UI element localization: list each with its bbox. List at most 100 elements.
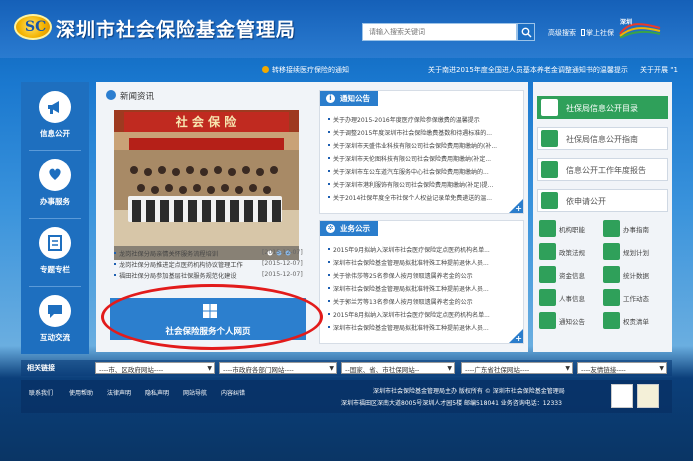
news-item[interactable]: 龙岗社保分局亲情关怀服务流程培训 [2015-12-07] — [114, 249, 304, 260]
mobile-social-link[interactable]: 掌上社保 — [581, 28, 614, 38]
nav-divider — [29, 218, 81, 219]
site-logo[interactable]: SC — [14, 14, 52, 40]
notice-item[interactable]: 关于深圳市天伦图科技有限公司社会保险费用期缴纳(补定... — [328, 154, 514, 164]
news-title: 新闻资讯 — [120, 92, 155, 102]
notice-item[interactable]: 关于调整2015年度深圳市社会保险缴费基数和待遇标准的... — [328, 128, 514, 138]
business-panel: ✲ 业务公示 2015年9月拟纳入深圳市社会医疗保险定点医药机构名单... 深圳… — [319, 220, 524, 344]
windows-icon — [203, 304, 217, 318]
notice-item[interactable]: 关于深圳市天盛伟业科技有限公司社会保险费用期缴纳的(补... — [328, 141, 514, 151]
notice-item[interactable]: 关于深圳市车公车道汽车服务中心社会保险费用期缴纳的... — [328, 167, 514, 177]
nav-item-interaction[interactable]: 互动交流 — [21, 288, 89, 352]
notice-item[interactable]: 关于办理2015-2016年度医疗保险参保缴费的温馨提示 — [328, 115, 514, 125]
ticker-item[interactable]: 转移接续医疗保险的通知 — [272, 65, 349, 75]
grid-item-policy[interactable]: 政策法规 — [539, 242, 600, 261]
ticker-bullet-icon — [262, 66, 269, 73]
footer-link[interactable]: 法律声明 — [107, 388, 131, 397]
police-badge-icon[interactable] — [611, 384, 633, 408]
grid-item-news[interactable]: 工作动态 — [603, 288, 664, 307]
policy-icon — [539, 243, 556, 260]
government-badge-icon[interactable] — [637, 384, 659, 408]
grid-item-personnel[interactable]: 人事信息 — [539, 288, 600, 307]
right-panel: 社保局信息公开目录 社保局信息公开指南 信息公开工作年度报告 依申请公开 机构职… — [533, 82, 672, 352]
report-icon — [541, 161, 558, 178]
grid-item-planning[interactable]: 规划计划 — [603, 242, 664, 261]
document-icon — [39, 227, 71, 259]
search-box — [362, 23, 517, 41]
business-item[interactable]: 深圳市社会保险基金管理局拟批准特殊工种提前退休人员... — [328, 284, 514, 294]
advanced-search-link[interactable]: 高级搜索 — [548, 28, 576, 38]
notice-item[interactable]: 关于2014社保年度全市社保个人权益记录单免费递送的温... — [328, 193, 514, 203]
footer-link[interactable]: 隐私声明 — [145, 388, 169, 397]
notice-title: 通知公告 — [340, 94, 370, 103]
guide-icon — [603, 220, 620, 237]
nav-item-special-topics[interactable]: 专题专栏 — [21, 220, 89, 284]
notice-header: i 通知公告 — [320, 91, 378, 106]
select-department-sites[interactable]: ----市政府各部门网站---- ▼ — [219, 362, 337, 374]
search-button[interactable] — [517, 23, 535, 41]
select-friend-links[interactable]: ----友情链接---- ▼ — [577, 362, 667, 374]
left-nav: 信息公开 办事服务 专题专栏 互动交流 — [21, 82, 89, 354]
personal-page-tile[interactable]: 社会保险服务个人网页 — [110, 298, 306, 340]
grid-item-functions[interactable]: 机构职能 — [539, 219, 600, 238]
news-list: 龙岗社保分局亲情关怀服务流程培训 [2015-12-07] 龙岗社保分局推进定点医… — [114, 249, 304, 282]
gear-icon: ✲ — [326, 224, 335, 233]
grid-item-notices[interactable]: 通知公告 — [539, 311, 600, 330]
info-icon: i — [326, 94, 335, 103]
annual-report-button[interactable]: 信息公开工作年度报告 — [537, 158, 668, 181]
main-content: 新闻资讯 社 会 保 险 龙岗社保分局亲情关怀服务流程培训 [2015-12-0… — [96, 82, 528, 352]
news-icon — [106, 90, 116, 100]
apply-public-button[interactable]: 依申请公开 — [537, 189, 668, 212]
info-guide-button[interactable]: 社保局信息公开指南 — [537, 127, 668, 150]
select-district-sites[interactable]: ----市、区政府网站---- ▼ — [95, 362, 215, 374]
info-catalog-button[interactable]: 社保局信息公开目录 — [537, 96, 668, 119]
footer-link[interactable]: 网站导航 — [183, 388, 207, 397]
svg-text:深圳: 深圳 — [620, 18, 632, 26]
business-item[interactable]: 2015年9月拟纳入深圳市社会医疗保险定点医药机构名单... — [328, 245, 514, 255]
nav-divider — [29, 286, 81, 287]
business-item[interactable]: 深圳市社会保险基金管理局拟批准特殊工种提前退休人员... — [328, 323, 514, 333]
nav-label: 专题专栏 — [40, 265, 70, 274]
footer-address: 深圳市福田区深南大道8005号深圳人才园5楼 邮编518041 业务咨询电话：1… — [341, 400, 562, 407]
business-item[interactable]: 关于郭兰芳等13名参保人按月领取遗属养老金的公示 — [328, 297, 514, 307]
photo-banner-text: 社 会 保 险 — [175, 114, 238, 129]
select-guangdong-sites[interactable]: ----广东省社保网站---- ▼ — [461, 362, 573, 374]
funds-icon — [539, 266, 556, 283]
news-photo[interactable]: 社 会 保 险 — [114, 110, 299, 324]
mobile-icon — [581, 29, 585, 36]
grid-item-guide[interactable]: 办事指南 — [603, 219, 664, 238]
nav-label: 办事服务 — [40, 197, 70, 206]
news-item[interactable]: 龙岗社保分局推进定点医药机构协议管理工作 [2015-12-07] — [114, 260, 304, 271]
business-title: 业务公示 — [340, 224, 370, 233]
select-national-sites[interactable]: --国家、省、市社保网站-- ▼ — [341, 362, 455, 374]
nav-label: 互动交流 — [40, 333, 70, 342]
stats-icon — [603, 266, 620, 283]
grid-item-funds[interactable]: 资金信息 — [539, 265, 600, 284]
grid-item-stats[interactable]: 统计数据 — [603, 265, 664, 284]
chevron-down-icon: ▼ — [565, 365, 570, 372]
ticker-item[interactable]: 关于南进2015年度全国进人员基本养老金调整通知书的温馨提示 — [428, 65, 628, 75]
ticker-item[interactable]: 关于开展 "1 — [640, 65, 678, 75]
business-item[interactable]: 深圳市社会保险基金管理局拟批准特殊工种提前退休人员... — [328, 258, 514, 268]
footer-link[interactable]: 使用帮助 — [69, 388, 93, 397]
chevron-down-icon: ▼ — [329, 365, 334, 372]
footer-link[interactable]: 内容纠错 — [221, 388, 245, 397]
site-title: 深圳市社会保险基金管理局 — [56, 19, 297, 41]
business-item[interactable]: 2015年8月拟纳入深圳市社会医疗保险定点医药机构名单... — [328, 310, 514, 320]
footer-link[interactable]: 联系我们 — [29, 388, 53, 397]
business-item[interactable]: 关于徐伟莎等25名参保人按月领取遗属养老金的公示 — [328, 271, 514, 281]
grid-item-powers[interactable]: 权责清单 — [603, 311, 664, 330]
news-item[interactable]: 福田社保分局参加基层社保服务规范化建设 [2015-12-07] — [114, 271, 304, 282]
personnel-icon — [539, 289, 556, 306]
footer-copyright: 深圳市社会保险基金管理局主办 版权所有 © 深圳市社会保险基金管理局 — [373, 388, 565, 395]
news-icon — [603, 289, 620, 306]
org-icon — [539, 220, 556, 237]
logo-text: SC — [25, 19, 47, 35]
guide-icon — [541, 130, 558, 147]
heart-hand-icon — [39, 159, 71, 191]
search-input[interactable] — [363, 24, 516, 40]
plus-icon: + — [515, 334, 522, 343]
business-header: ✲ 业务公示 — [320, 221, 378, 236]
nav-item-services[interactable]: 办事服务 — [21, 152, 89, 216]
notice-item[interactable]: 关于深圳市港利服饰有限公司社会保险费用期缴纳(补足)提... — [328, 180, 514, 190]
nav-item-info-public[interactable]: 信息公开 — [21, 84, 89, 148]
